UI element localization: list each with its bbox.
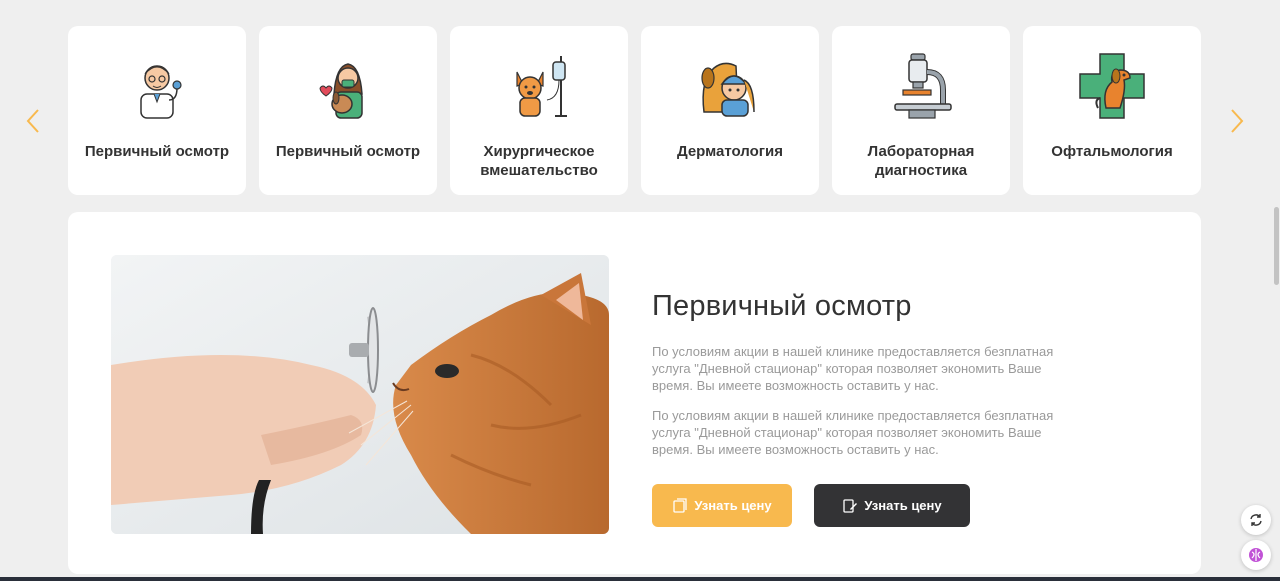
service-card-label: Первичный осмотр — [84, 143, 230, 160]
service-description: По условиям акции в нашей клинике предос… — [652, 344, 1054, 393]
service-card-surgery[interactable]: Хирургическое вмешательство — [450, 26, 628, 195]
assistant-button[interactable] — [1241, 540, 1271, 570]
doctor-icon — [121, 50, 193, 122]
service-card-primary-exam[interactable]: Первичный осмотр — [68, 26, 246, 195]
get-price-label: Узнать цену — [694, 498, 772, 513]
service-card-lab-diagnostics[interactable]: Лабораторная диагностика — [832, 26, 1010, 195]
dog-medical-cross-icon — [1076, 50, 1148, 122]
scrollbar-thumb[interactable] — [1274, 207, 1279, 285]
chevron-right-icon — [1231, 109, 1244, 133]
get-price-button-secondary[interactable]: Узнать цену — [814, 484, 970, 527]
service-card-primary-exam-2[interactable]: Первичный осмотр — [259, 26, 437, 195]
service-card-label: Первичный осмотр — [275, 143, 421, 160]
refresh-button[interactable] — [1241, 505, 1271, 535]
service-card-ophthalmology[interactable]: Офтальмология — [1023, 26, 1201, 195]
edit-document-icon — [843, 498, 858, 513]
service-description: По условиям акции в нашей клинике предос… — [652, 408, 1054, 457]
chevron-left-icon — [26, 109, 39, 133]
service-card-label: Дерматология — [676, 143, 784, 160]
carousel-prev-button[interactable] — [20, 108, 46, 134]
scrollbar-track[interactable] — [1272, 0, 1280, 581]
service-card-label: Офтальмология — [1051, 143, 1173, 160]
price-tag-icon — [673, 497, 688, 513]
microscope-icon — [885, 50, 957, 122]
dog-with-child-icon — [694, 50, 766, 122]
get-price-button[interactable]: Узнать цену — [652, 484, 792, 527]
cat-with-stethoscope-photo — [111, 255, 609, 534]
refresh-icon — [1250, 514, 1262, 526]
service-card-dermatology[interactable]: Дерматология — [641, 26, 819, 195]
get-price-label: Узнать цену — [864, 498, 942, 513]
carousel-next-button[interactable] — [1224, 108, 1250, 134]
dog-iv-drip-icon — [503, 50, 575, 122]
taskbar-edge — [0, 577, 1280, 581]
action-buttons: Узнать цену Узнать цену — [652, 484, 970, 527]
service-title: Первичный осмотр — [652, 290, 912, 322]
service-carousel: Первичный осмотр Первичный осмотр Хирург… — [68, 26, 1201, 195]
service-card-label: Хирургическое вмешательство — [480, 143, 598, 179]
assistant-brain-icon — [1249, 548, 1263, 562]
service-info: Первичный осмотр По условиям акции в наш… — [652, 290, 1082, 471]
service-card-label: Лабораторная диагностика — [867, 143, 975, 179]
vet-with-dog-icon — [312, 50, 384, 122]
service-detail-panel: Первичный осмотр По условиям акции в наш… — [68, 212, 1201, 574]
